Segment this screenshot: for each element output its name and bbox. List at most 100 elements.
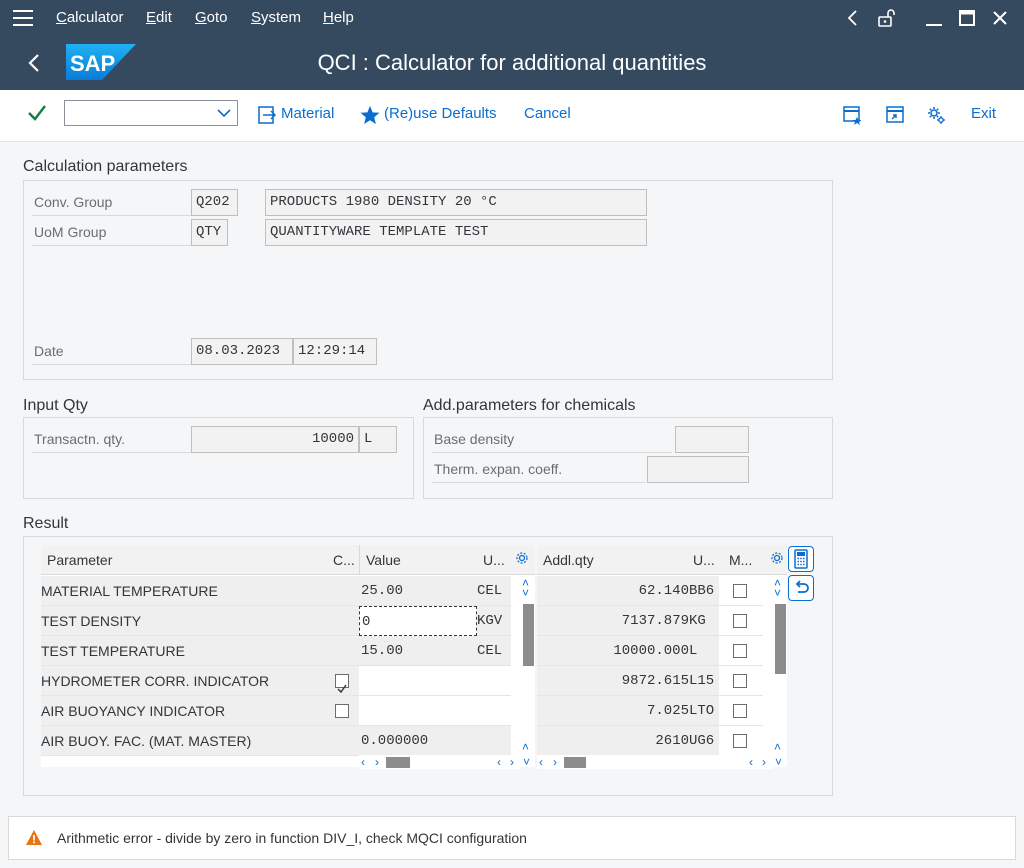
left-table-vertical-scrollbar[interactable]: ˄ ˅ ˄ [521,576,535,756]
transaction-qty-field[interactable]: 10000 [191,426,359,453]
scroll-right-icon[interactable]: › [375,755,379,769]
base-density-label: Base density [432,426,672,453]
scroll-down-icon[interactable]: ˅ [522,586,529,600]
param-value-row2-input[interactable]: 0 [359,606,477,636]
settings-gear-icon[interactable] [926,104,948,126]
hamburger-menu-icon[interactable] [13,10,33,26]
addl-qty-row2: 7137.879KG [537,606,719,636]
param-value-row5 [359,696,477,726]
left-table-horizontal-scrollbar[interactable]: ‹ › ‹ › [359,755,521,769]
conv-group-description: PRODUCTS 1980 DENSITY 20 °C [265,189,647,216]
cancel-button[interactable]: Cancel [524,105,571,122]
scroll-thumb[interactable] [523,604,534,666]
marked-checkbox[interactable] [733,734,747,748]
collapse-chevron-icon[interactable] [841,6,865,30]
left-table-settings-icon[interactable] [511,545,535,575]
param-unit-row2: KGV [477,606,511,636]
right-table-vertical-scrollbar[interactable]: ˄ ˅ ˄ [773,576,787,756]
scroll-thumb[interactable] [775,604,786,674]
material-button[interactable]: Material [281,105,334,122]
scroll-left-icon[interactable]: ‹ [539,755,543,769]
marked-checkbox[interactable] [733,614,747,628]
col-header-parameter[interactable]: Parameter [41,545,327,575]
scroll-down-icon[interactable]: ˅ [775,755,782,769]
param-value-row6[interactable]: 0.000000 [359,726,477,756]
command-field[interactable] [64,100,238,126]
scroll-up-icon[interactable]: ˄ [774,740,781,754]
col-header-unit[interactable]: U... [477,545,511,575]
input-qty-title: Input Qty [23,397,88,414]
reuse-defaults-button[interactable]: (Re)use Defaults [384,105,497,122]
material-icon[interactable] [256,104,278,126]
addl-qty-value: 9872.615 [621,673,689,689]
generate-shortcut-icon[interactable] [884,104,906,126]
scroll-thumb[interactable] [564,757,586,768]
menu-help[interactable]: Help [323,9,354,26]
menu-system[interactable]: System [251,9,301,26]
enter-check-icon[interactable] [26,102,48,129]
right-table-horizontal-scrollbar[interactable]: ‹ › ‹ › [537,755,773,769]
param-unit-row5 [477,696,511,726]
result-title: Result [23,515,69,532]
scroll-right-icon[interactable]: › [510,755,514,769]
chem-params-panel: Base density Therm. expan. coeff. [423,417,833,499]
marked-cell-row4 [719,666,763,696]
application-toolbar: Material (Re)use Defaults Cancel Exit [0,90,1024,142]
addl-qty-unit: L15 [689,673,715,689]
marked-checkbox[interactable] [733,584,747,598]
calculator-button[interactable] [788,546,814,572]
param-value-row3[interactable]: 15.00 [359,636,477,666]
menu-edit[interactable]: Edit [146,9,172,26]
scroll-down-icon[interactable]: ˅ [774,586,781,600]
star-icon[interactable] [359,104,381,126]
marked-checkbox[interactable] [733,644,747,658]
col-header-m[interactable]: M... [723,545,763,575]
scroll-right-icon[interactable]: › [762,755,766,769]
conv-group-field[interactable]: Q202 [191,189,238,216]
close-icon[interactable] [988,6,1012,30]
param-unit-row4 [477,666,511,696]
menu-goto[interactable]: Goto [195,9,228,26]
air-buoyancy-checkbox[interactable] [335,704,349,718]
marked-cell-row1 [719,576,763,606]
hydrometer-checkbox[interactable] [335,674,349,694]
param-c-row1 [327,576,359,606]
param-name-row6: AIR BUOY. FAC. (MAT. MASTER) [41,726,327,756]
col-header-unit[interactable]: U... [687,545,723,575]
addl-qty-value: 62.140 [638,583,689,599]
param-unit-row1: CEL [477,576,511,606]
maximize-icon[interactable] [955,6,979,30]
addl-qty-unit: BB6 [689,583,715,599]
param-value-row1[interactable]: 25.00 [359,576,477,606]
marked-checkbox[interactable] [733,704,747,718]
col-header-addl-qty[interactable]: Addl.qty [537,545,687,575]
base-density-field[interactable] [675,426,749,453]
col-header-c[interactable]: C... [327,545,359,575]
create-session-icon[interactable] [841,104,863,126]
undo-button[interactable] [788,575,814,601]
additional-qty-table: Addl.qty U... M... 62.140BB6 7137.879KG … [537,545,787,769]
marked-checkbox[interactable] [733,674,747,688]
transaction-unit-field[interactable]: L [359,426,397,453]
unlock-icon[interactable] [874,6,898,30]
scroll-right-icon[interactable]: › [553,755,557,769]
therm-expan-coeff-field[interactable] [647,456,749,483]
col-header-value[interactable]: Value [359,545,477,575]
scroll-down-icon[interactable]: ˅ [523,755,530,769]
chevron-down-icon[interactable] [215,104,233,127]
right-table-settings-icon[interactable] [763,545,787,575]
scroll-left-icon[interactable]: ‹ [749,755,753,769]
param-name-row4: HYDROMETER CORR. INDICATOR [41,666,327,696]
date-field[interactable]: 08.03.2023 [191,338,293,365]
scroll-left-icon[interactable]: ‹ [361,755,365,769]
time-field[interactable]: 12:29:14 [293,338,377,365]
scroll-left-icon[interactable]: ‹ [497,755,501,769]
uom-group-field[interactable]: QTY [191,219,228,246]
scroll-up-icon[interactable]: ˄ [522,740,529,754]
menu-calculator[interactable]: Calculator [56,9,124,26]
scroll-thumb[interactable] [386,757,410,768]
minimize-icon[interactable] [922,6,946,30]
status-bar[interactable]: Arithmetic error - divide by zero in fun… [8,816,1016,860]
exit-button[interactable]: Exit [971,105,996,122]
addl-qty-value: 7137.879 [621,613,689,629]
